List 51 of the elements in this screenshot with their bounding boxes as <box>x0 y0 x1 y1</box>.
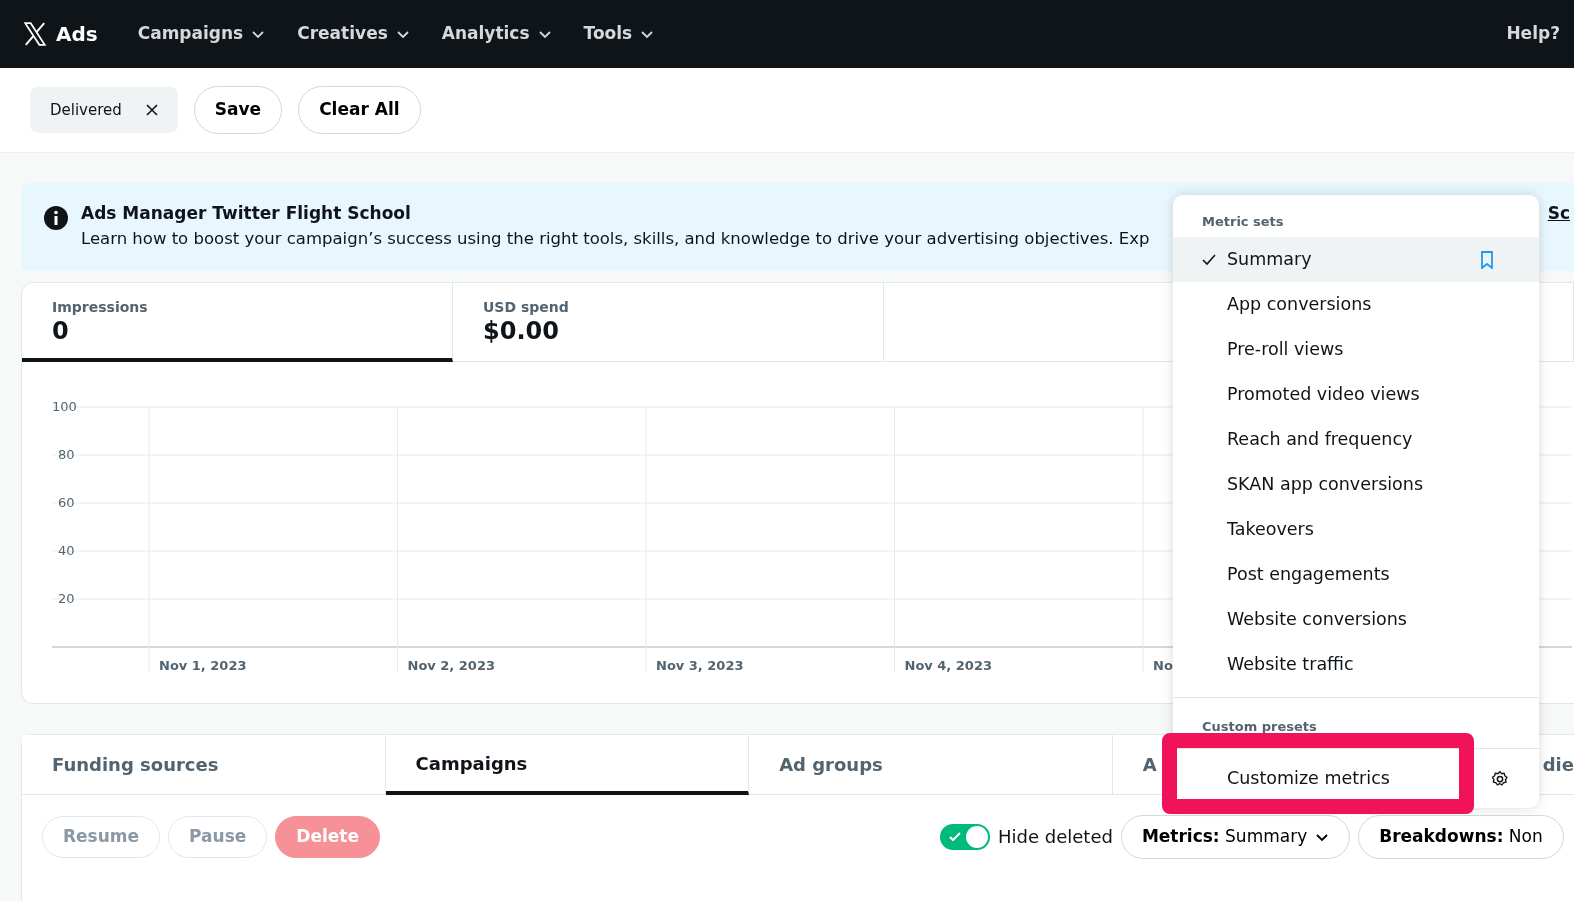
panel-tab[interactable]: Ad groups <box>749 735 1113 795</box>
metric-tab[interactable]: USD spend $0.00 <box>453 283 884 362</box>
menu-item[interactable]: App conversions <box>1173 282 1539 327</box>
menu-section-heading: Metric sets <box>1201 213 1285 232</box>
bookmark-icon[interactable] <box>1480 250 1494 269</box>
check-icon <box>948 829 962 844</box>
menu-item[interactable]: Website traffic <box>1173 642 1539 687</box>
breakdowns-dropdown[interactable]: Breakdowns: Non <box>1358 815 1564 859</box>
close-icon[interactable] <box>145 104 158 116</box>
checkmark-icon <box>1202 254 1216 267</box>
nav-menu[interactable]: Tools <box>567 21 671 47</box>
x-tick-label: Nov 3, 2023 <box>656 658 744 673</box>
clear-all-button[interactable]: Clear All <box>298 86 421 134</box>
metrics-dropdown[interactable]: Metrics: Summary <box>1120 815 1351 859</box>
nav-menu[interactable]: Creatives <box>281 21 426 47</box>
y-tick-label: 80 <box>58 447 75 462</box>
help-link[interactable]: Help? <box>1506 21 1560 47</box>
panel-tab[interactable]: Campaigns <box>385 735 750 795</box>
x-logo-icon <box>22 21 48 47</box>
banner-title: Ads Manager Twitter Flight School <box>81 202 412 225</box>
brand-name: Ads <box>56 21 98 48</box>
nav-menu[interactable]: Analytics <box>425 21 568 47</box>
menu-item[interactable]: Website conversions <box>1173 597 1539 642</box>
settings-icon[interactable] <box>1491 769 1509 788</box>
menu-item[interactable]: Pre-roll views <box>1173 327 1539 372</box>
menu-section-heading: Custom presets <box>1201 718 1318 737</box>
menu-item[interactable]: SKAN app conversions <box>1173 462 1539 507</box>
y-tick-label: 60 <box>58 495 75 510</box>
menu-item[interactable]: Customize metrics <box>1227 765 1390 792</box>
y-tick-label: 40 <box>58 543 75 558</box>
toggle-label: Hide deleted <box>998 825 1113 850</box>
x-tick-label: Nov 4, 2023 <box>904 658 992 673</box>
menu-item[interactable]: Takeovers <box>1173 507 1539 552</box>
menu-item[interactable]: Promoted video views <box>1173 372 1539 417</box>
banner-link[interactable]: Sc <box>1547 201 1574 271</box>
nav-menu[interactable]: Campaigns <box>121 21 282 47</box>
menu-item[interactable]: Post engagements <box>1173 552 1539 597</box>
menu-item[interactable]: Reach and frequency <box>1173 417 1539 462</box>
y-tick-label: 100 <box>52 399 77 414</box>
toggle-switch[interactable] <box>940 823 990 850</box>
info-icon <box>43 205 69 231</box>
y-tick-label: 20 <box>58 591 75 606</box>
save-button[interactable]: Save <box>193 86 283 134</box>
banner-text: Learn how to boost your campaign’s success using the right tools, skills, and knowledge to drive your advertising objectives. Exp <box>81 227 1150 250</box>
x-tick-label: Nov 1, 2023 <box>159 658 247 673</box>
filter-chip[interactable]: Delivered <box>30 86 178 134</box>
metric-tab[interactable]: Impressions 0 <box>22 283 453 362</box>
x-tick-label: Nov 2, 2023 <box>407 658 495 673</box>
menu-item[interactable]: Summary <box>1173 237 1539 282</box>
x-tick-label: No <box>1153 658 1173 673</box>
panel-tab[interactable]: Funding sources <box>22 735 386 795</box>
